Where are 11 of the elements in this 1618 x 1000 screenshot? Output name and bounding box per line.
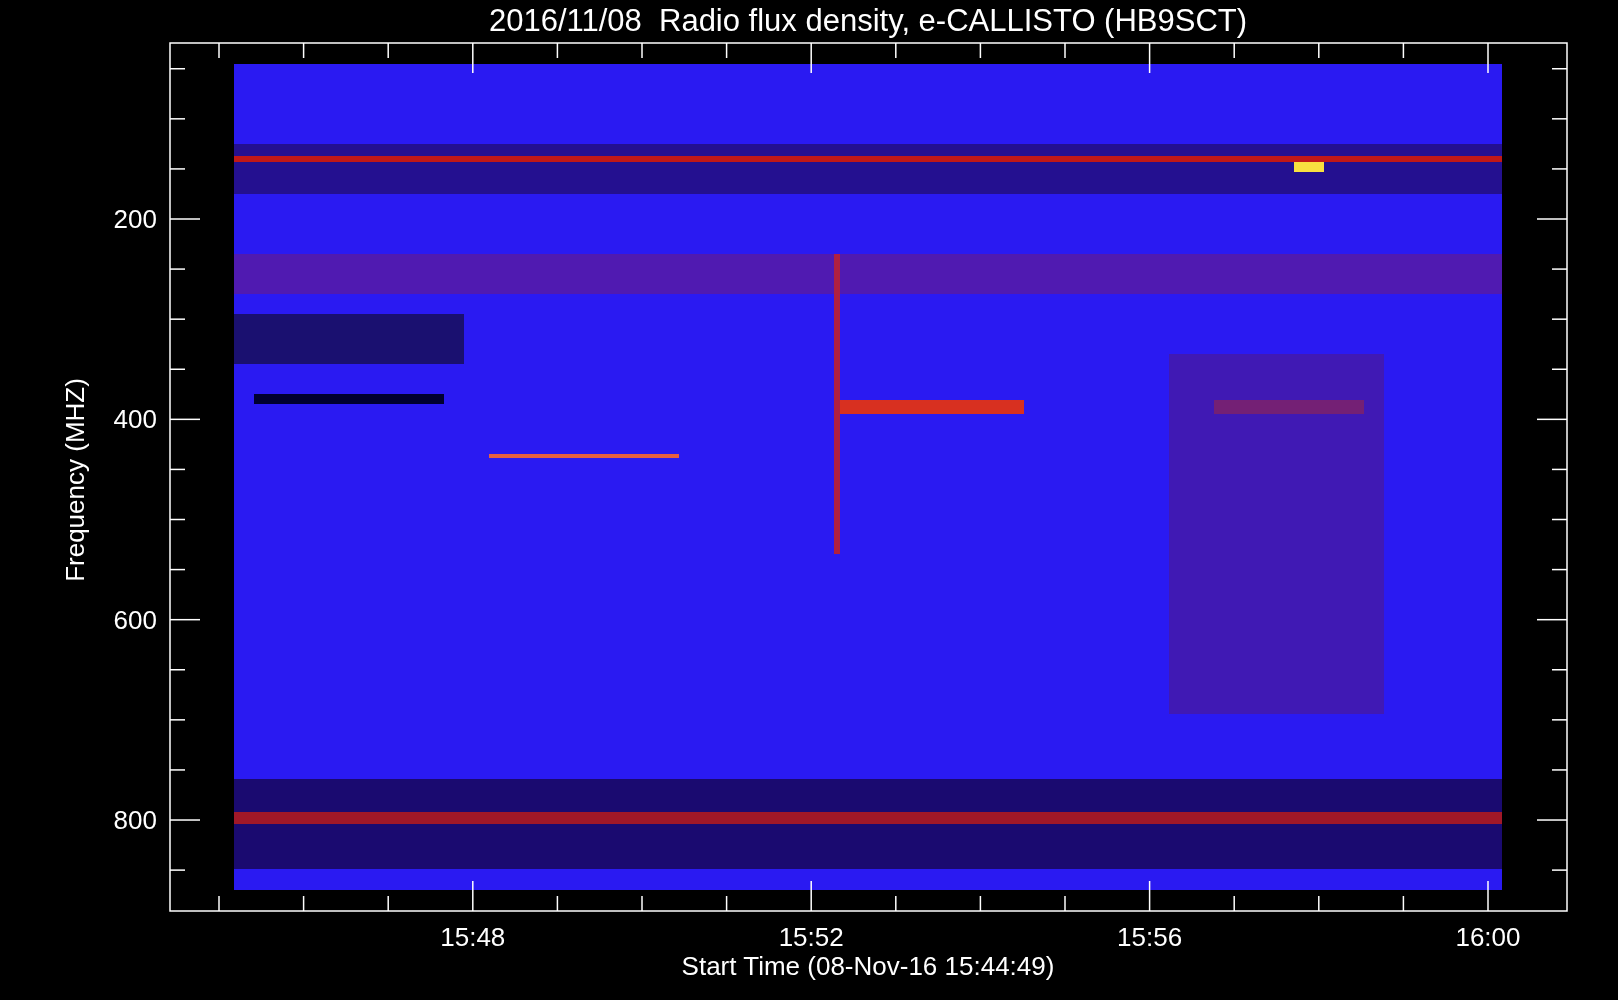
tick-label: 400 [113,404,157,435]
tick-label: 200 [113,204,157,234]
tick-label: 600 [113,604,157,635]
tick-label: 15:56 [1117,922,1183,952]
axis-label: Frequency (MHZ) [60,378,90,582]
tick-label: 16:00 [1455,922,1521,952]
tick-label: 15:48 [440,922,506,952]
plot-title: 2016/11/08 Radio flux density, e-CALLISTO (HB9SCT) [488,3,1248,38]
tick-label: 800 [113,805,157,835]
tick-label: 15:52 [778,922,844,952]
axis-label: Start Time (08-Nov-16 15:44:49) [681,951,1055,981]
